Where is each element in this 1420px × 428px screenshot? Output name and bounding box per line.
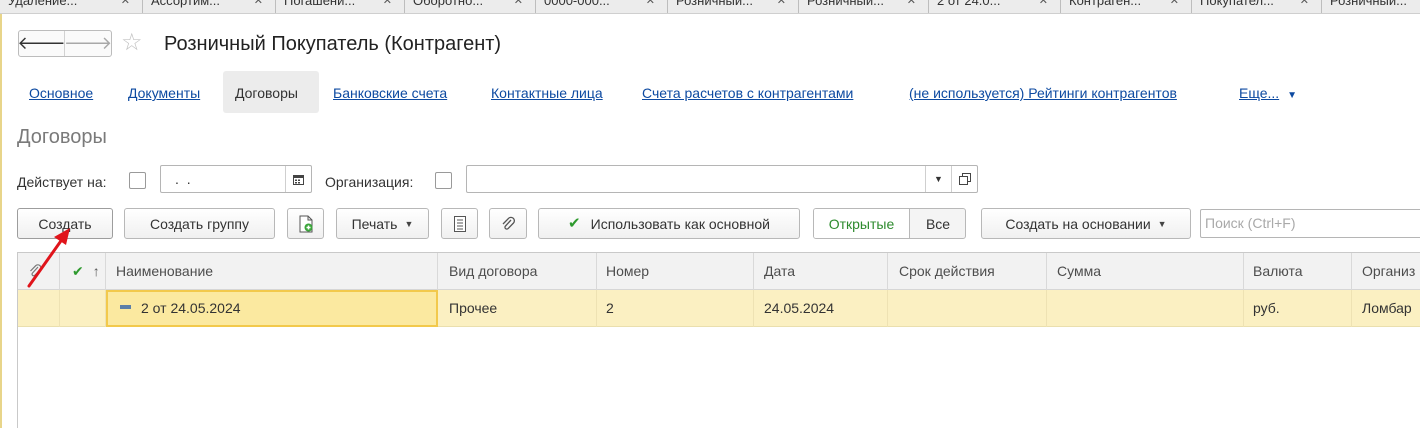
search-placeholder: Поиск (Ctrl+F) bbox=[1205, 215, 1296, 231]
window-tab[interactable]: Ассортим... ✕ bbox=[143, 0, 276, 13]
column-header-number[interactable]: Номер bbox=[597, 253, 754, 290]
attachment-column-header[interactable] bbox=[18, 253, 60, 290]
forward-arrow-icon[interactable]: 🡒 bbox=[64, 31, 112, 56]
table-row[interactable]: 2 от 24.05.2024 Прочее 2 24.05.2024 руб.… bbox=[18, 290, 1420, 327]
window-tab[interactable]: Розничный... ✕ bbox=[799, 0, 929, 13]
close-icon[interactable]: ✕ bbox=[1170, 0, 1179, 10]
date-filter-checkbox[interactable] bbox=[129, 172, 146, 189]
contract-item-icon bbox=[120, 305, 131, 310]
window-tab[interactable]: 0000-000... ✕ bbox=[536, 0, 668, 13]
list-settings-button[interactable] bbox=[441, 208, 478, 239]
close-icon[interactable]: ✕ bbox=[646, 0, 655, 10]
list-icon bbox=[453, 215, 466, 232]
close-icon[interactable]: ✕ bbox=[383, 0, 392, 10]
paperclip-icon bbox=[30, 264, 42, 277]
date-filter-value: . . bbox=[175, 171, 193, 187]
nav-link-ratings[interactable]: (не используется) Рейтинги контрагентов bbox=[909, 84, 1177, 102]
nav-link-documents[interactable]: Документы bbox=[128, 84, 200, 102]
section-title: Договоры bbox=[17, 126, 107, 148]
organization-filter-field[interactable]: ▼ bbox=[466, 165, 978, 193]
dropdown-arrow-icon[interactable]: ▼ bbox=[925, 166, 951, 192]
table-header: ✔ ↑ Наименование Вид договора Номер Дата … bbox=[18, 253, 1420, 290]
row-name-cell[interactable]: 2 от 24.05.2024 bbox=[106, 290, 438, 327]
filter-open-button[interactable]: Открытые bbox=[814, 209, 910, 238]
create-group-button[interactable]: Создать группу bbox=[124, 208, 275, 239]
close-icon[interactable]: ✕ bbox=[1039, 0, 1048, 10]
row-sum-cell bbox=[1047, 290, 1244, 327]
date-filter-field[interactable]: . . bbox=[160, 165, 312, 193]
row-type-cell: Прочее bbox=[438, 290, 597, 327]
search-input[interactable]: Поиск (Ctrl+F) bbox=[1200, 209, 1420, 238]
close-icon[interactable]: ✕ bbox=[1300, 0, 1309, 10]
filter-all-button[interactable]: Все bbox=[910, 209, 965, 238]
use-as-main-button[interactable]: ✔ Использовать как основной bbox=[538, 208, 800, 239]
copy-button[interactable] bbox=[287, 208, 324, 239]
create-based-on-button[interactable]: Создать на основании ▼ bbox=[981, 208, 1191, 239]
window-tab[interactable]: Удаление... ✕ bbox=[0, 0, 143, 13]
date-filter-label: Действует на: bbox=[17, 174, 107, 190]
sort-arrow-icon: ↑ bbox=[92, 263, 100, 279]
open-window-icon[interactable] bbox=[951, 166, 977, 192]
checkmark-icon: ✔ bbox=[72, 263, 84, 279]
row-organization-cell: Ломбар bbox=[1362, 300, 1412, 316]
window-tab[interactable]: Оборотно... ✕ bbox=[405, 0, 536, 13]
calendar-icon[interactable] bbox=[285, 166, 311, 192]
column-header-sum[interactable]: Сумма bbox=[1047, 253, 1244, 290]
close-icon[interactable]: ✕ bbox=[907, 0, 916, 10]
row-number-cell: 2 bbox=[597, 290, 754, 327]
nav-link-contracts[interactable]: Договоры bbox=[235, 84, 298, 102]
chevron-down-icon: ▼ bbox=[404, 218, 414, 229]
print-menu-button[interactable]: Печать ▼ bbox=[336, 208, 429, 239]
window-tabs: Удаление... ✕ Ассортим... ✕ Погашени... ✕ О… bbox=[0, 0, 1420, 14]
copy-document-icon bbox=[299, 215, 312, 232]
row-main-cell bbox=[60, 290, 106, 327]
nav-link-settlement-accounts[interactable]: Счета расчетов с контрагентами bbox=[642, 84, 853, 102]
window-tab[interactable]: Погашени... ✕ bbox=[276, 0, 405, 13]
column-header-contract-type[interactable]: Вид договора bbox=[438, 253, 597, 290]
window-tab[interactable]: Покупател... ✕ bbox=[1192, 0, 1322, 13]
create-button[interactable]: Создать bbox=[17, 208, 113, 239]
column-header-currency[interactable]: Валюта bbox=[1244, 253, 1352, 290]
nav-link-more[interactable]: Еще... ▼ bbox=[1239, 84, 1297, 105]
checkmark-icon: ✔ bbox=[568, 214, 581, 232]
organization-filter-label: Организация: bbox=[325, 174, 414, 190]
row-date-cell: 24.05.2024 bbox=[754, 290, 888, 327]
nav-link-main[interactable]: Основное bbox=[29, 84, 93, 102]
column-header-organization[interactable]: Организ bbox=[1352, 253, 1420, 290]
row-attachment-cell bbox=[18, 290, 60, 327]
column-header-term[interactable]: Срок действия bbox=[888, 253, 1047, 290]
organization-filter-checkbox[interactable] bbox=[435, 172, 452, 189]
contracts-table: ✔ ↑ Наименование Вид договора Номер Дата … bbox=[17, 252, 1420, 428]
row-term-cell bbox=[888, 290, 1047, 327]
chevron-down-icon: ▼ bbox=[1287, 90, 1298, 101]
attachments-button[interactable] bbox=[489, 208, 527, 239]
column-header-date[interactable]: Дата bbox=[754, 253, 888, 290]
main-column-header[interactable]: ✔ ↑ bbox=[60, 253, 106, 290]
row-currency-cell: руб. bbox=[1244, 290, 1352, 327]
close-icon[interactable]: ✕ bbox=[254, 0, 263, 10]
close-icon[interactable]: ✕ bbox=[777, 0, 786, 10]
paperclip-icon bbox=[502, 216, 515, 230]
window-tab[interactable]: Розничный... ✕ bbox=[668, 0, 799, 13]
nav-link-contacts[interactable]: Контактные лица bbox=[491, 84, 603, 102]
nav-link-bank-accounts[interactable]: Банковские счета bbox=[333, 84, 447, 102]
left-accent-bar bbox=[0, 0, 2, 428]
window-tab[interactable]: Контраген... ✕ bbox=[1061, 0, 1192, 13]
chevron-down-icon: ▼ bbox=[1157, 218, 1167, 229]
close-icon[interactable]: ✕ bbox=[514, 0, 523, 10]
favorite-star-icon[interactable]: ☆ bbox=[121, 29, 143, 57]
window-tab[interactable]: Розничный... bbox=[1322, 0, 1420, 13]
history-navigation: 🡐 🡒 bbox=[17, 30, 112, 57]
window-tab[interactable]: 2 от 24.0... ✕ bbox=[929, 0, 1061, 13]
column-header-name[interactable]: Наименование bbox=[106, 253, 438, 290]
page-title: Розничный Покупатель (Контрагент) bbox=[164, 33, 502, 55]
back-arrow-icon[interactable]: 🡐 bbox=[17, 31, 66, 56]
close-icon[interactable]: ✕ bbox=[121, 0, 130, 10]
open-all-filter-toggle: Открытые Все bbox=[813, 208, 966, 239]
